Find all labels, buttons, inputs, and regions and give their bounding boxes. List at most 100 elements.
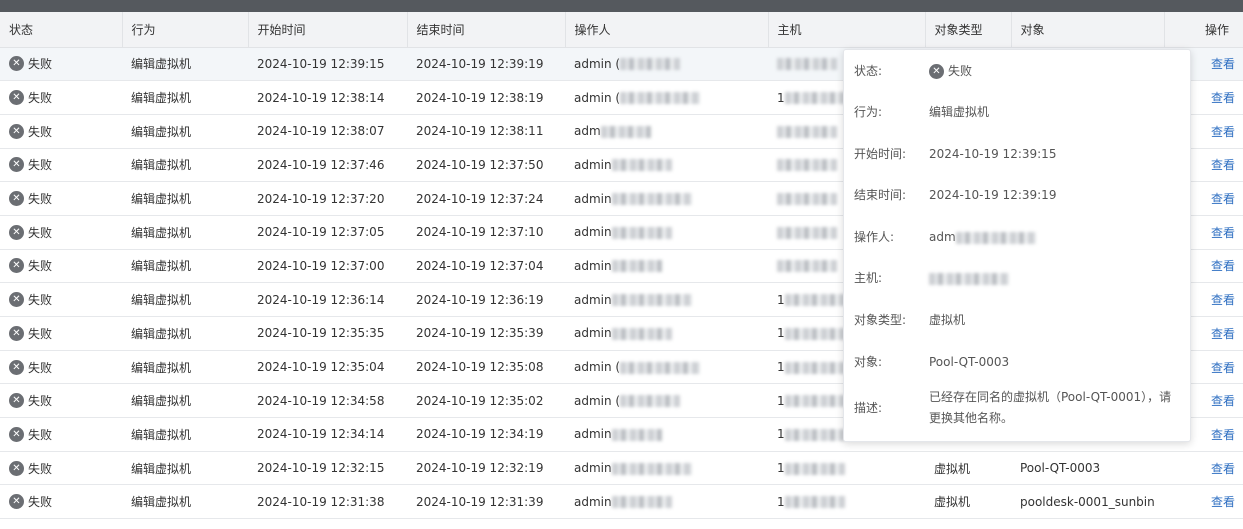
redacted-text xyxy=(784,496,845,509)
cell-action: 编辑虚拟机 xyxy=(122,383,248,419)
column-header-ops: 操作 xyxy=(1164,12,1243,48)
view-link[interactable]: 查看 xyxy=(1211,293,1235,307)
cell-status: ✕ 失败 xyxy=(0,47,122,82)
column-header-action[interactable]: 行为 xyxy=(122,12,249,48)
cell-status: ✕ 失败 xyxy=(0,215,122,250)
cell-start-time: 2024-10-19 12:37:00 xyxy=(248,249,407,284)
table-row[interactable]: ✕ 失败 编辑虚拟机 2024-10-19 12:31:38 2024-10-19 12… xyxy=(0,484,1243,520)
detail-start-label: 开始时间: xyxy=(854,147,907,161)
cell-status: ✕ 失败 xyxy=(0,80,122,115)
redacted-text xyxy=(777,226,837,239)
cell-start-time: 2024-10-19 12:31:38 xyxy=(248,484,407,520)
cell-object: Pool-QT-0003 xyxy=(1011,451,1164,486)
view-link[interactable]: 查看 xyxy=(1211,158,1235,172)
cell-operator: admin ( xyxy=(565,47,768,82)
cell-end-time: 2024-10-19 12:37:04 xyxy=(407,249,565,284)
status-text: 失败 xyxy=(28,57,53,72)
view-link[interactable]: 查看 xyxy=(1211,91,1235,105)
cell-operator: admin xyxy=(565,282,768,317)
column-header-start-time[interactable]: 开始时间 xyxy=(248,12,408,48)
cell-host: 1 xyxy=(768,451,925,486)
cell-end-time: 2024-10-19 12:32:19 xyxy=(407,451,565,486)
operator-text: admin ( xyxy=(574,393,621,408)
detail-objtype-value: 虚拟机 xyxy=(929,313,966,327)
cell-start-time: 2024-10-19 12:36:14 xyxy=(248,282,407,317)
operator-text: admin xyxy=(574,494,612,509)
status-text: 失败 xyxy=(28,394,53,409)
cell-status: ✕ 失败 xyxy=(0,383,122,419)
table-row[interactable]: ✕ 失败 编辑虚拟机 2024-10-19 12:32:15 2024-10-19 12… xyxy=(0,451,1243,486)
cell-end-time: 2024-10-19 12:35:08 xyxy=(407,350,565,385)
redacted-text xyxy=(784,395,845,408)
status-text: 失败 xyxy=(28,495,53,510)
cell-start-time: 2024-10-19 12:37:20 xyxy=(248,181,407,216)
view-link[interactable]: 查看 xyxy=(1211,428,1235,442)
status-text: 失败 xyxy=(28,326,53,341)
host-text: 1 xyxy=(777,326,785,341)
cell-end-time: 2024-10-19 12:37:50 xyxy=(407,148,565,183)
cell-end-time: 2024-10-19 12:34:19 xyxy=(407,417,565,452)
cell-action: 编辑虚拟机 xyxy=(122,451,248,486)
cell-operator: admin xyxy=(565,249,768,284)
close-circle-icon: ✕ xyxy=(9,460,24,476)
column-header-end-time[interactable]: 结束时间 xyxy=(407,12,566,48)
operator-text: admin xyxy=(574,461,612,476)
redacted-text xyxy=(611,193,692,206)
operator-text: admin xyxy=(574,258,612,273)
redacted-text xyxy=(784,428,845,441)
operator-text: admin xyxy=(574,326,612,341)
detail-status-value: ✕ 失败 xyxy=(929,61,972,82)
detail-host-row: 主机: xyxy=(854,268,1180,289)
view-link[interactable]: 查看 xyxy=(1211,394,1235,408)
cell-end-time: 2024-10-19 12:38:19 xyxy=(407,80,565,115)
redacted-text xyxy=(611,428,662,441)
cell-action: 编辑虚拟机 xyxy=(122,249,248,284)
redacted-text xyxy=(784,327,845,340)
view-link[interactable]: 查看 xyxy=(1211,327,1235,341)
status-text: 失败 xyxy=(28,259,53,274)
redacted-text xyxy=(600,125,651,138)
redacted-text xyxy=(611,462,692,475)
redacted-text xyxy=(620,361,701,374)
detail-action-row: 行为: 编辑虚拟机 xyxy=(854,102,1180,123)
view-link[interactable]: 查看 xyxy=(1211,361,1235,375)
close-circle-icon: ✕ xyxy=(9,123,24,139)
column-header-object-type[interactable]: 对象类型 xyxy=(925,12,1012,48)
cell-action: 编辑虚拟机 xyxy=(122,282,248,317)
cell-object-type: 虚拟机 xyxy=(925,451,1011,486)
close-circle-icon: ✕ xyxy=(9,292,24,308)
cell-end-time: 2024-10-19 12:35:39 xyxy=(407,316,565,351)
detail-end-row: 结束时间: 2024-10-19 12:39:19 xyxy=(854,185,1180,206)
column-header-operator[interactable]: 操作人 xyxy=(565,12,769,48)
view-link[interactable]: 查看 xyxy=(1211,125,1235,139)
view-link[interactable]: 查看 xyxy=(1211,57,1235,71)
cell-status: ✕ 失败 xyxy=(0,350,122,385)
status-text: 失败 xyxy=(28,427,53,442)
operator-text: admin ( xyxy=(574,360,621,375)
view-link[interactable]: 查看 xyxy=(1211,495,1235,509)
redacted-text xyxy=(777,125,837,138)
cell-ops: 查看 xyxy=(1164,451,1243,486)
detail-operator-text: adm xyxy=(929,230,956,244)
operator-text: admin xyxy=(574,427,612,442)
cell-end-time: 2024-10-19 12:35:02 xyxy=(407,383,565,419)
view-link[interactable]: 查看 xyxy=(1211,226,1235,240)
close-circle-icon: ✕ xyxy=(9,359,24,375)
detail-operator-value: adm xyxy=(929,227,1036,248)
detail-desc-line-1: 已经存在同名的虚拟机（Pool-QT-0001），请 xyxy=(929,390,1172,404)
column-header-host[interactable]: 主机 xyxy=(768,12,926,48)
column-header-status[interactable]: 状态 xyxy=(0,12,123,48)
close-circle-icon: ✕ xyxy=(929,64,944,79)
cell-status: ✕ 失败 xyxy=(0,148,122,183)
cell-status: ✕ 失败 xyxy=(0,181,122,216)
host-text: 1 xyxy=(777,292,785,307)
redacted-text xyxy=(777,260,837,273)
operator-text: admin xyxy=(574,292,612,307)
detail-action-value: 编辑虚拟机 xyxy=(929,105,990,119)
view-link[interactable]: 查看 xyxy=(1211,462,1235,476)
view-link[interactable]: 查看 xyxy=(1211,259,1235,273)
redacted-text xyxy=(777,193,837,206)
view-link[interactable]: 查看 xyxy=(1211,192,1235,206)
column-header-object[interactable]: 对象 xyxy=(1011,12,1165,48)
operator-text: adm xyxy=(574,124,601,139)
